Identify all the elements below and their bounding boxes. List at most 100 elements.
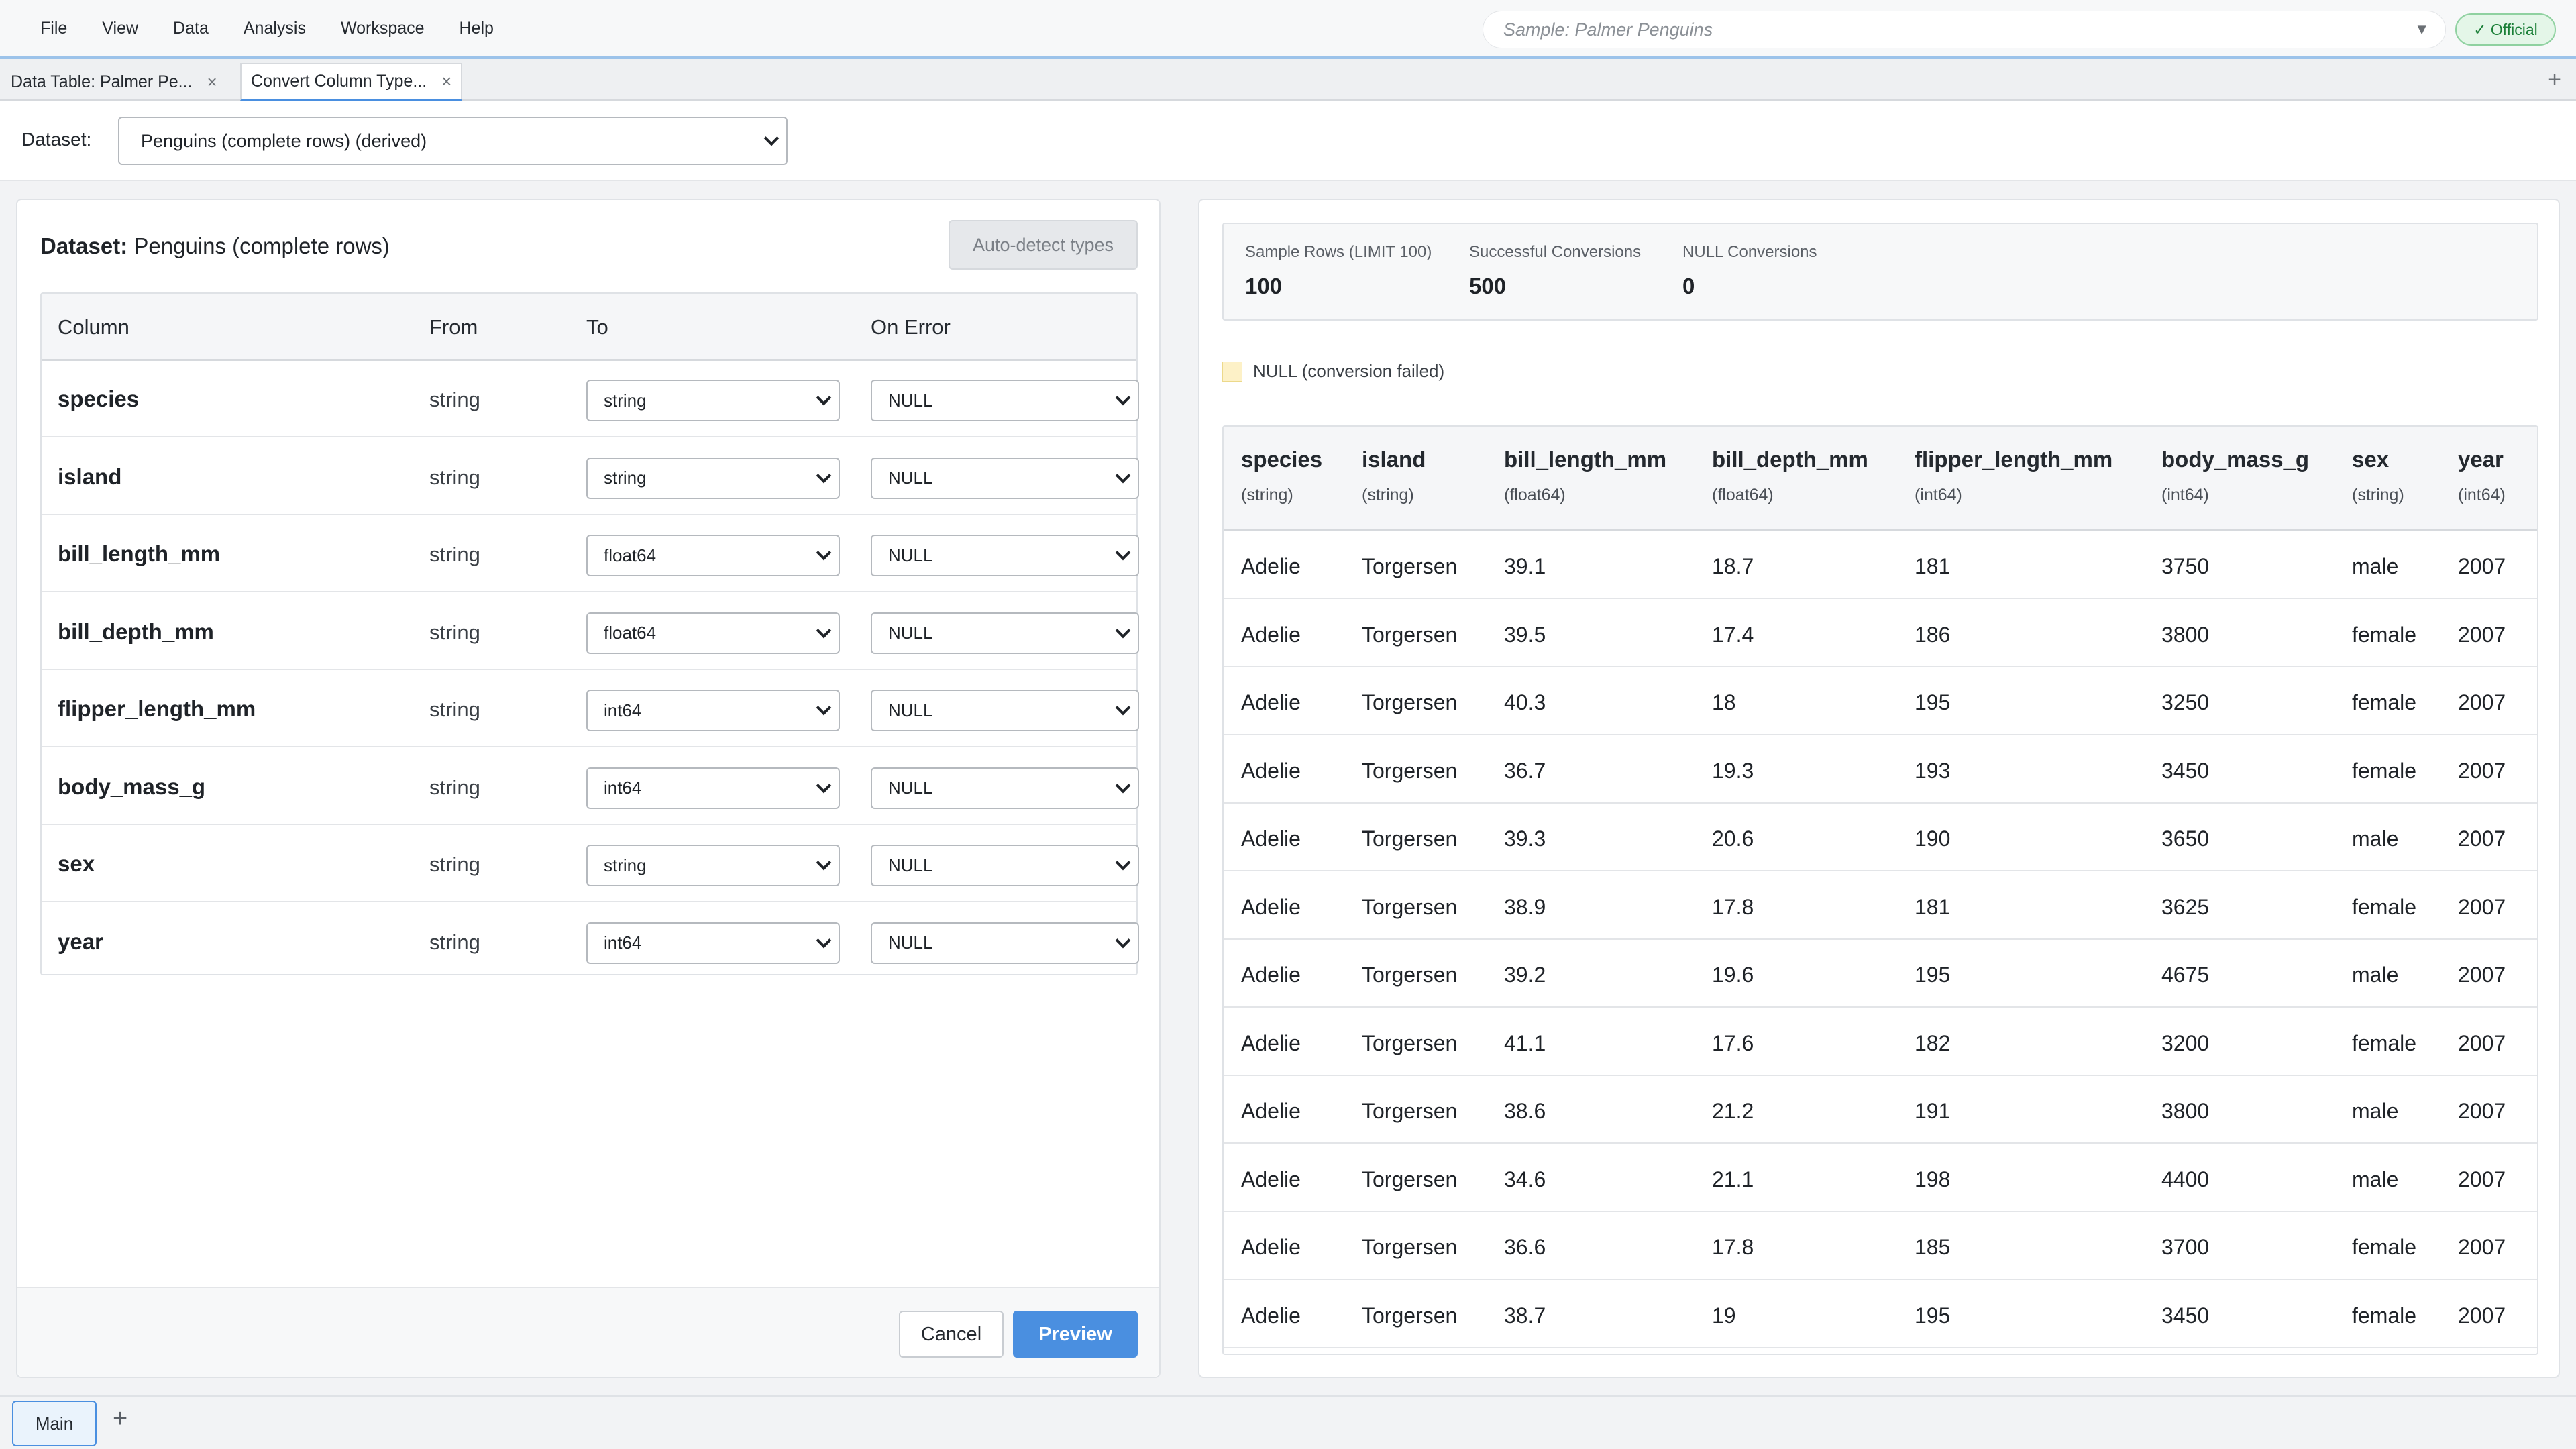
on-error-select[interactable]: NULL bbox=[871, 612, 1139, 654]
chevron-down-icon bbox=[1115, 932, 1131, 948]
column-header[interactable]: flipper_length_mm (int64) bbox=[1915, 447, 2112, 505]
table-cell: 3750 bbox=[2161, 554, 2210, 578]
chevron-down-icon bbox=[816, 932, 832, 948]
chevron-down-icon bbox=[816, 468, 832, 483]
on-error-select[interactable]: NULL bbox=[871, 922, 1139, 964]
table-row: Adelie Torgersen 34.6 21.1 198 4400 male 2007 bbox=[1224, 1144, 2537, 1212]
document-tab-bar: Data Table: Palmer Pe... × Convert Colum… bbox=[0, 59, 2576, 101]
to-type-select[interactable]: int64 bbox=[586, 922, 840, 964]
table-cell: Adelie bbox=[1241, 690, 1301, 714]
table-cell: 36.7 bbox=[1504, 758, 1546, 783]
on-error-select[interactable]: NULL bbox=[871, 767, 1139, 809]
close-icon[interactable]: × bbox=[441, 71, 451, 92]
column-header-name: bill_length_mm bbox=[1504, 447, 1667, 472]
on-error-select[interactable]: NULL bbox=[871, 380, 1139, 421]
column-header-name: body_mass_g bbox=[2161, 447, 2310, 472]
to-type-select[interactable]: string bbox=[586, 457, 840, 499]
to-type-value: float64 bbox=[604, 623, 657, 643]
table-cell: 185 bbox=[1915, 1235, 1951, 1259]
table-cell: Torgersen bbox=[1362, 690, 1458, 714]
on-error-value: NULL bbox=[888, 777, 933, 798]
table-cell: 21.1 bbox=[1712, 1167, 1754, 1191]
panel-title-dataset: Penguins (complete rows) bbox=[133, 233, 390, 258]
menu-workspace[interactable]: Workspace bbox=[323, 19, 442, 38]
tab-convert-column-type[interactable]: Convert Column Type... × bbox=[240, 63, 463, 101]
dataset-select[interactable]: Penguins (complete rows) (derived) bbox=[118, 117, 788, 165]
column-header[interactable]: bill_length_mm (float64) bbox=[1504, 447, 1666, 505]
from-type: string bbox=[429, 698, 480, 721]
to-type-select[interactable]: string bbox=[586, 380, 840, 421]
tab-data-table[interactable]: Data Table: Palmer Pe... × bbox=[1, 63, 227, 101]
table-cell: Adelie bbox=[1241, 1030, 1301, 1055]
table-cell: 17.4 bbox=[1712, 622, 1754, 647]
column-header[interactable]: island (string) bbox=[1362, 447, 1426, 505]
conversion-row: bill_length_mm string float64 NULL bbox=[42, 516, 1139, 592]
table-cell: 39.5 bbox=[1504, 622, 1546, 647]
dropdown-caret-icon: ▼ bbox=[2414, 21, 2429, 38]
table-cell: 2007 bbox=[2458, 894, 2506, 919]
table-cell: 19.3 bbox=[1712, 758, 1754, 783]
on-error-select[interactable]: NULL bbox=[871, 457, 1139, 499]
to-type-value: string bbox=[604, 855, 647, 875]
table-row: Adelie Torgersen 38.6 21.2 191 3800 male 2007 bbox=[1224, 1076, 2537, 1144]
column-header[interactable]: bill_depth_mm (float64) bbox=[1712, 447, 1868, 505]
tab-label: Convert Column Type... bbox=[251, 72, 427, 91]
table-cell: female bbox=[2352, 1303, 2417, 1328]
conversion-row: flipper_length_mm string int64 NULL bbox=[42, 671, 1139, 747]
column-name: body_mass_g bbox=[58, 773, 206, 799]
to-type-select[interactable]: float64 bbox=[586, 535, 840, 576]
preview-table: species (string) island (string) bill_length… bbox=[1222, 425, 2538, 1355]
menu-analysis[interactable]: Analysis bbox=[226, 19, 323, 38]
column-header[interactable]: species (string) bbox=[1241, 447, 1322, 505]
workspace-tab-main[interactable]: Main bbox=[12, 1401, 97, 1446]
column-header-name: island bbox=[1362, 447, 1426, 472]
column-header[interactable]: year (int64) bbox=[2458, 447, 2506, 505]
table-cell: Adelie bbox=[1241, 1167, 1301, 1191]
panel-footer: Cancel Preview bbox=[17, 1287, 1159, 1377]
to-type-select[interactable]: string bbox=[586, 845, 840, 886]
menu-data[interactable]: Data bbox=[156, 19, 226, 38]
sample-dataset-selector[interactable]: Sample: Palmer Penguins ▼ bbox=[1483, 11, 2446, 48]
table-cell: Torgersen bbox=[1362, 1030, 1458, 1055]
column-header-type: (string) bbox=[1241, 486, 1293, 504]
column-header-name: flipper_length_mm bbox=[1915, 447, 2113, 472]
table-cell: Adelie bbox=[1241, 1303, 1301, 1328]
on-error-select[interactable]: NULL bbox=[871, 690, 1139, 731]
menu-view[interactable]: View bbox=[85, 19, 156, 38]
add-workspace-plus-icon[interactable]: + bbox=[113, 1405, 127, 1434]
on-error-select[interactable]: NULL bbox=[871, 535, 1139, 576]
auto-detect-types-button[interactable]: Auto-detect types bbox=[949, 220, 1138, 270]
to-type-value: int64 bbox=[604, 777, 642, 798]
menu-file[interactable]: File bbox=[23, 19, 85, 38]
table-cell: Torgersen bbox=[1362, 1235, 1458, 1259]
table-row: Adelie Torgersen 36.6 17.8 185 3700 female 2007 bbox=[1224, 1212, 2537, 1280]
close-icon[interactable]: × bbox=[207, 72, 217, 93]
chevron-down-icon bbox=[1115, 468, 1131, 483]
column-name: bill_length_mm bbox=[58, 541, 221, 566]
table-cell: 2007 bbox=[2458, 826, 2506, 851]
table-cell: Adelie bbox=[1241, 554, 1301, 578]
to-type-select[interactable]: float64 bbox=[586, 612, 840, 654]
to-type-select[interactable]: int64 bbox=[586, 690, 840, 731]
table-row: Adelie Torgersen 39.1 18.7 181 3750 male 2007 bbox=[1224, 531, 2537, 599]
cancel-button[interactable]: Cancel bbox=[899, 1311, 1004, 1358]
preview-button[interactable]: Preview bbox=[1013, 1311, 1138, 1358]
chevron-down-icon bbox=[763, 130, 780, 146]
on-error-select[interactable]: NULL bbox=[871, 845, 1139, 886]
preview-panel: Sample Rows (LIMIT 100) 100 Successful C… bbox=[1198, 199, 2560, 1378]
chevron-down-icon bbox=[816, 390, 832, 406]
column-name: sex bbox=[58, 851, 95, 876]
table-cell: 4400 bbox=[2161, 1167, 2210, 1191]
table-cell: male bbox=[2352, 1167, 2399, 1191]
to-type-select[interactable]: int64 bbox=[586, 767, 840, 809]
table-cell: Torgersen bbox=[1362, 554, 1458, 578]
menu-help[interactable]: Help bbox=[442, 19, 511, 38]
header-column: Column bbox=[58, 315, 129, 339]
column-header[interactable]: body_mass_g (int64) bbox=[2161, 447, 2309, 505]
table-cell: 38.6 bbox=[1504, 1099, 1546, 1123]
table-cell: 3625 bbox=[2161, 894, 2210, 919]
table-cell: 3800 bbox=[2161, 1099, 2210, 1123]
new-tab-plus-icon[interactable]: + bbox=[2548, 67, 2561, 93]
table-row: Adelie Torgersen 41.1 17.6 182 3200 female 2007 bbox=[1224, 1008, 2537, 1076]
column-header[interactable]: sex (string) bbox=[2352, 447, 2404, 505]
